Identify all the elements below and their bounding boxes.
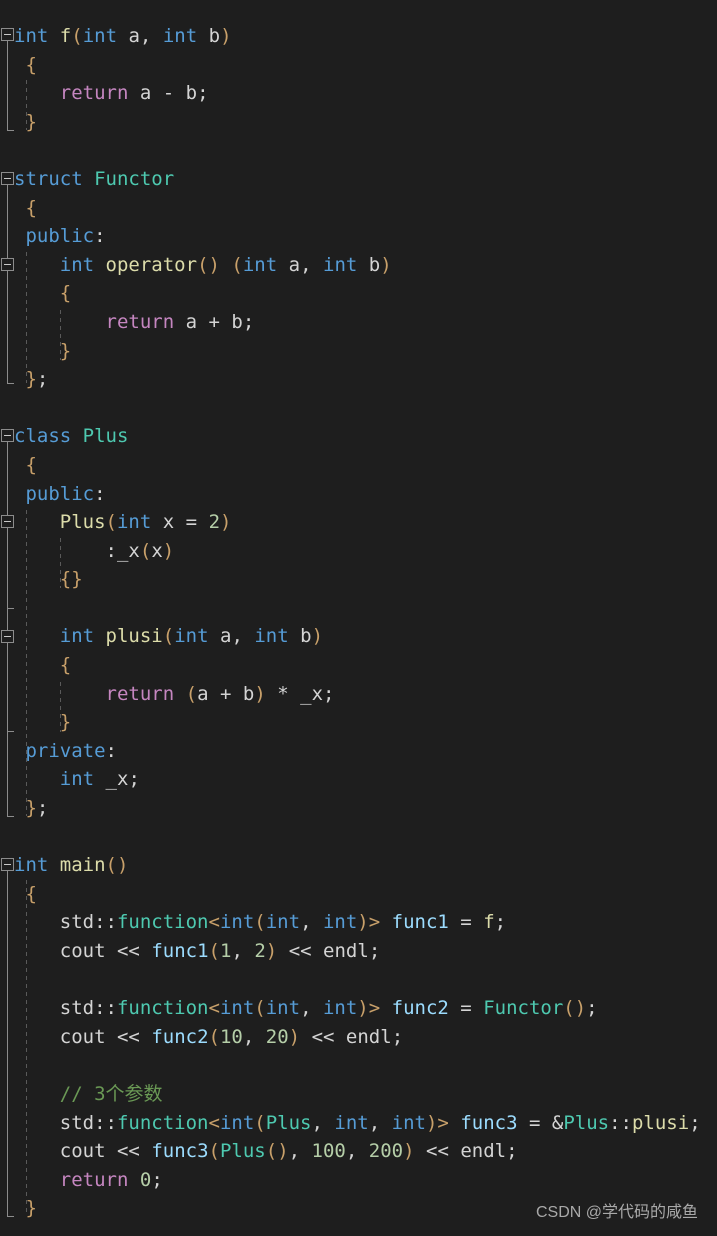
code-line[interactable]: cout << func2(10, 20) << endl;: [0, 1023, 717, 1052]
code-line[interactable]: [0, 966, 717, 995]
code-line[interactable]: class Plus: [0, 422, 717, 451]
code-line[interactable]: public:: [0, 480, 717, 509]
code-line[interactable]: int plusi(int a, int b): [0, 622, 717, 651]
code-line[interactable]: [0, 394, 717, 423]
code-line[interactable]: }: [0, 337, 717, 366]
code-line[interactable]: cout << func1(1, 2) << endl;: [0, 937, 717, 966]
code-line[interactable]: int f(int a, int b): [0, 22, 717, 51]
code-line[interactable]: {: [0, 51, 717, 80]
code-editor[interactable]: int f(int a, int b) { return a - b; } st…: [0, 0, 717, 1236]
code-line[interactable]: return (a + b) * _x;: [0, 680, 717, 709]
code-line[interactable]: {: [0, 279, 717, 308]
code-line[interactable]: int main(): [0, 851, 717, 880]
code-line[interactable]: Plus(int x = 2): [0, 508, 717, 537]
code-line[interactable]: std::function<int(int, int)> func1 = f;: [0, 908, 717, 937]
code-line[interactable]: {}: [0, 565, 717, 594]
code-line[interactable]: {: [0, 880, 717, 909]
code-line[interactable]: int operator() (int a, int b): [0, 251, 717, 280]
code-line[interactable]: return 0;: [0, 1166, 717, 1195]
code-line[interactable]: [0, 823, 717, 852]
code-line[interactable]: // 3个参数: [0, 1080, 717, 1109]
code-line[interactable]: {: [0, 194, 717, 223]
code-line[interactable]: }: [0, 708, 717, 737]
code-line[interactable]: private:: [0, 737, 717, 766]
code-line[interactable]: std::function<int(int, int)> func2 = Fun…: [0, 994, 717, 1023]
csdn-watermark: CSDN @学代码的咸鱼: [535, 1204, 698, 1221]
code-line[interactable]: [0, 1051, 717, 1080]
code-line[interactable]: struct Functor: [0, 165, 717, 194]
code-line[interactable]: :_x(x): [0, 537, 717, 566]
code-line[interactable]: {: [0, 451, 717, 480]
code-line[interactable]: };: [0, 365, 717, 394]
code-line[interactable]: public:: [0, 222, 717, 251]
code-line[interactable]: [0, 136, 717, 165]
code-line[interactable]: std::function<int(Plus, int, int)> func3…: [0, 1109, 717, 1138]
code-content[interactable]: int f(int a, int b) { return a - b; } st…: [0, 22, 717, 1223]
code-line[interactable]: cout << func3(Plus(), 100, 200) << endl;: [0, 1137, 717, 1166]
code-line[interactable]: };: [0, 794, 717, 823]
code-line[interactable]: {: [0, 651, 717, 680]
code-line[interactable]: return a + b;: [0, 308, 717, 337]
code-line[interactable]: [0, 594, 717, 623]
code-line[interactable]: int _x;: [0, 765, 717, 794]
code-line[interactable]: return a - b;: [0, 79, 717, 108]
code-line[interactable]: }: [0, 108, 717, 137]
